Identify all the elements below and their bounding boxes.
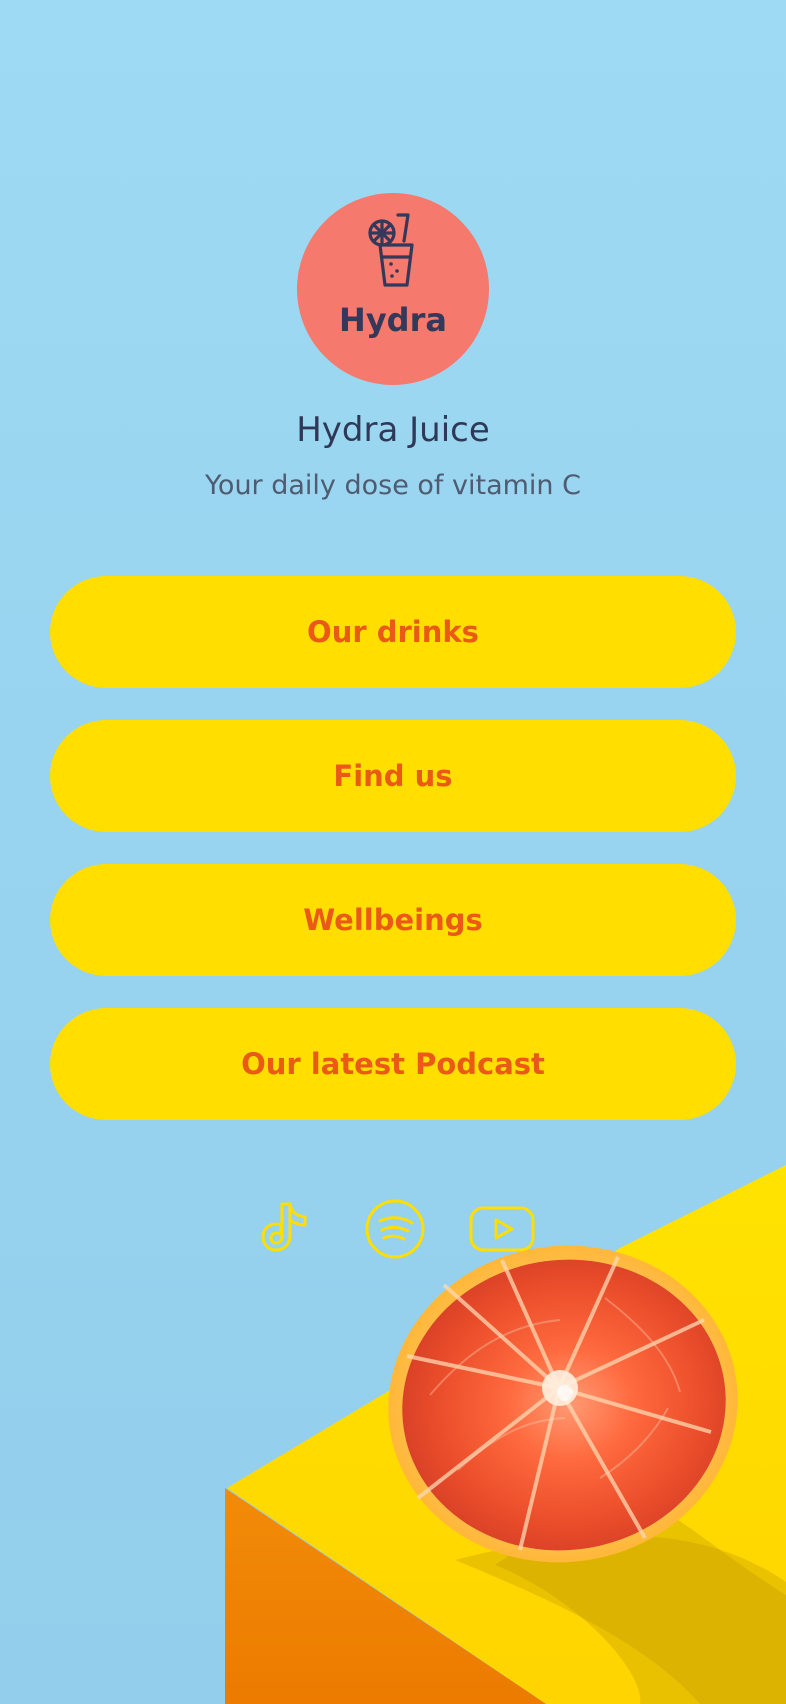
spotify-link[interactable] bbox=[360, 1194, 430, 1264]
juice-glass-icon bbox=[368, 213, 414, 287]
latest-podcast-button[interactable]: Our latest Podcast bbox=[50, 1008, 736, 1120]
profile-tagline: Your daily dose of vitamin C bbox=[205, 470, 581, 501]
wellbeings-button[interactable]: Wellbeings bbox=[50, 864, 736, 976]
youtube-icon bbox=[469, 1206, 535, 1252]
link-list: Our drinks Find us Wellbeings Our latest… bbox=[50, 576, 736, 1152]
our-drinks-button[interactable]: Our drinks bbox=[50, 576, 736, 688]
social-links bbox=[253, 1194, 537, 1264]
spotify-icon bbox=[365, 1199, 425, 1259]
profile-name: Hydra Juice bbox=[296, 410, 490, 450]
tiktok-icon bbox=[261, 1202, 307, 1252]
youtube-link[interactable] bbox=[467, 1194, 537, 1264]
logo-text: Hydra bbox=[339, 301, 447, 339]
find-us-button[interactable]: Find us bbox=[50, 720, 736, 832]
tiktok-link[interactable] bbox=[253, 1194, 323, 1264]
brand-avatar: Hydra bbox=[297, 193, 489, 385]
profile-page: Hydra Hydra Juice Your daily dose of vit… bbox=[0, 0, 786, 1704]
